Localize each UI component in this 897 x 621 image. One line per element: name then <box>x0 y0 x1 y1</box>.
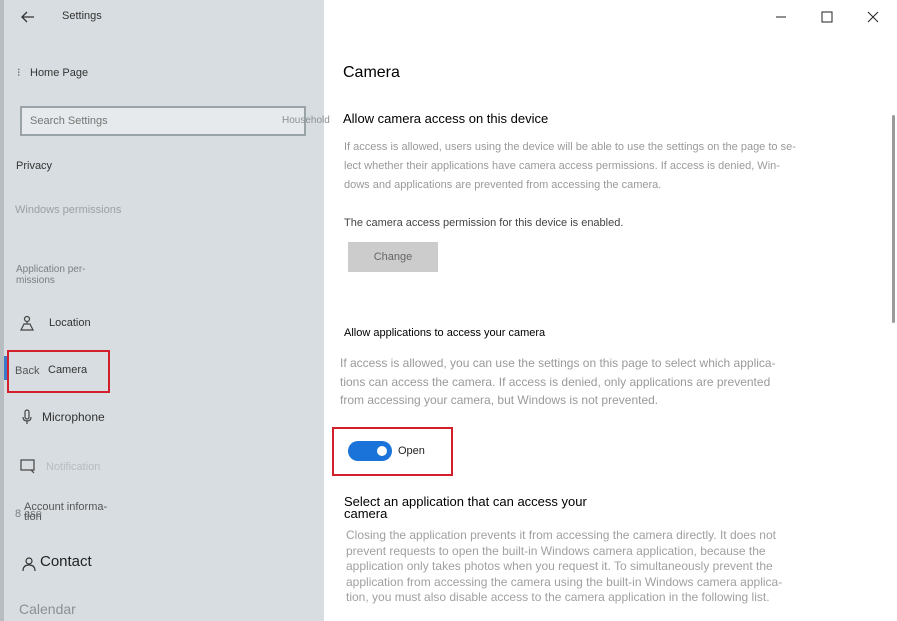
sidebar-item-location[interactable]: Location <box>0 306 320 340</box>
minimize-icon <box>776 16 786 18</box>
sidebar-item-contact[interactable]: Contact <box>0 546 320 580</box>
camera-highlight-box <box>7 350 110 393</box>
page-title: Camera <box>343 64 400 81</box>
section-privacy: Privacy <box>16 160 53 172</box>
select-app-heading: Select an application that can access yo… <box>344 494 587 521</box>
maximize-icon <box>821 11 833 23</box>
device-access-description: If access is allowed, users using the de… <box>344 141 796 191</box>
back-button[interactable] <box>18 8 38 26</box>
sidebar-item-account[interactable]: Account informa- tion <box>24 502 114 523</box>
household-label: Household <box>282 115 330 126</box>
sidebar-item-label: Location <box>49 317 91 329</box>
device-access-status: The camera access permission for this de… <box>344 217 624 229</box>
sidebar-item-calendar[interactable]: Calendar <box>19 601 76 617</box>
home-icon: ⁝ <box>17 67 21 79</box>
maximize-button[interactable] <box>804 0 850 34</box>
sidebar-item-label: Microphone <box>42 410 105 424</box>
back-arrow-icon <box>21 11 34 23</box>
section-windows-permissions: Windows permissions <box>15 204 122 216</box>
search-input[interactable] <box>20 106 306 136</box>
minimize-button[interactable] <box>758 0 804 34</box>
location-icon <box>18 314 36 332</box>
apps-access-heading: Allow applications to access your camera <box>344 327 546 339</box>
section-app-permissions: Application per- missions <box>16 264 86 286</box>
notification-icon <box>19 457 37 475</box>
window-title: Settings <box>62 10 102 22</box>
device-access-heading: Allow camera access on this device <box>343 111 549 126</box>
sidebar-item-label: Contact <box>40 553 92 570</box>
sidebar-item-microphone[interactable]: Microphone <box>0 400 320 434</box>
toggle-highlight-box <box>332 427 453 476</box>
contact-icon <box>20 555 38 573</box>
sidebar-item-notification[interactable]: Notification <box>0 450 320 484</box>
change-button[interactable]: Change <box>348 242 438 272</box>
sidebar: Settings ⁝ Home Page Household Privacy W… <box>0 0 330 621</box>
scrollbar-thumb[interactable] <box>892 115 895 323</box>
sidebar-item-label: Notification <box>46 461 101 473</box>
close-button[interactable] <box>850 0 896 34</box>
home-link[interactable]: Home Page <box>30 67 88 79</box>
close-icon <box>867 11 879 23</box>
microphone-icon <box>18 408 36 426</box>
apps-access-description: If access is allowed, you can use the se… <box>340 356 776 407</box>
select-app-description: Closing the application prevents it from… <box>346 528 783 604</box>
